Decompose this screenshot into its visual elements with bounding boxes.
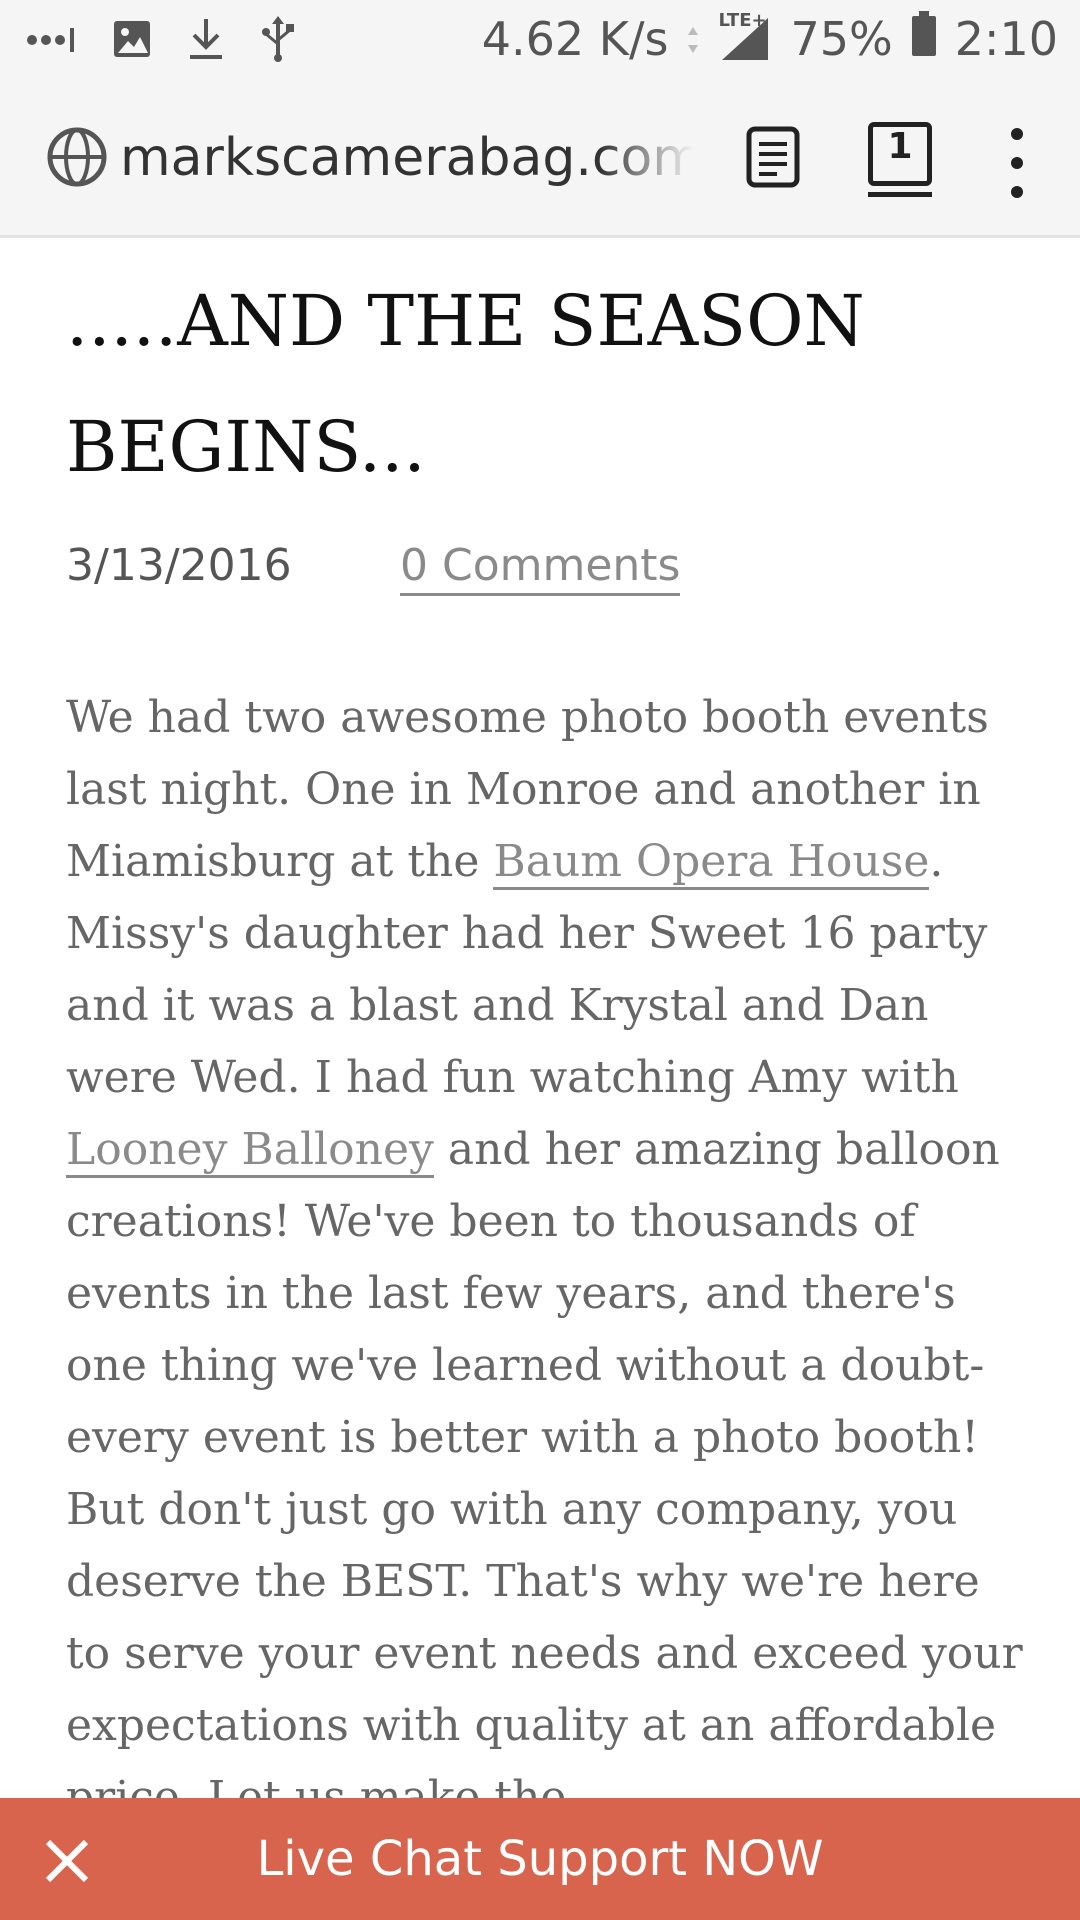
- signal-dots-icon: [26, 24, 78, 54]
- post-title: .....AND THE SEASON BEGINS...: [66, 258, 1026, 510]
- live-chat-label[interactable]: Live Chat Support NOW: [0, 1798, 1080, 1920]
- post-meta: 3/13/2016 0 Comments: [66, 528, 1026, 608]
- post-title-line2: BEGINS...: [66, 406, 426, 488]
- blog-post: .....AND THE SEASON BEGINS... 3/13/2016 …: [66, 238, 1026, 1834]
- data-arrows-icon: [686, 12, 700, 66]
- battery-icon: [911, 10, 937, 68]
- post-date: 3/13/2016: [66, 540, 292, 591]
- battery-percent: 75%: [790, 12, 893, 66]
- comments-link[interactable]: 0 Comments: [400, 540, 681, 596]
- network-type: LTE+: [718, 10, 767, 31]
- baum-opera-house-link[interactable]: Baum Opera House: [493, 836, 930, 890]
- cell-signal-icon: LTE+: [718, 10, 772, 64]
- live-chat-bar[interactable]: Live Chat Support NOW: [0, 1798, 1080, 1920]
- net-speed: 4.62 K/s: [481, 12, 669, 66]
- tab-count: 1: [887, 126, 913, 167]
- download-icon: [186, 17, 226, 61]
- status-bar: 4.62 K/s LTE+ 75% 2:10: [0, 0, 1080, 78]
- overflow-menu-icon[interactable]: [1000, 128, 1034, 198]
- browser-toolbar: markscamerabag.com/b 1: [0, 78, 1080, 238]
- reader-mode-icon[interactable]: [746, 126, 800, 192]
- post-body: We had two awesome photo booth events la…: [66, 682, 1026, 1834]
- looney-balloney-link[interactable]: Looney Balloney: [66, 1124, 434, 1178]
- close-icon[interactable]: [42, 1836, 92, 1886]
- post-text-3: and her amazing balloon creations! We've…: [66, 1124, 1023, 1823]
- url-fade: [600, 118, 710, 198]
- post-title-line1: .....AND THE SEASON: [66, 280, 865, 362]
- tab-switcher-underline: [868, 192, 932, 197]
- clock: 2:10: [954, 12, 1058, 66]
- usb-icon: [260, 16, 296, 62]
- image-icon: [112, 19, 152, 59]
- globe-icon[interactable]: [46, 126, 108, 192]
- tab-switcher-icon[interactable]: 1: [868, 122, 932, 197]
